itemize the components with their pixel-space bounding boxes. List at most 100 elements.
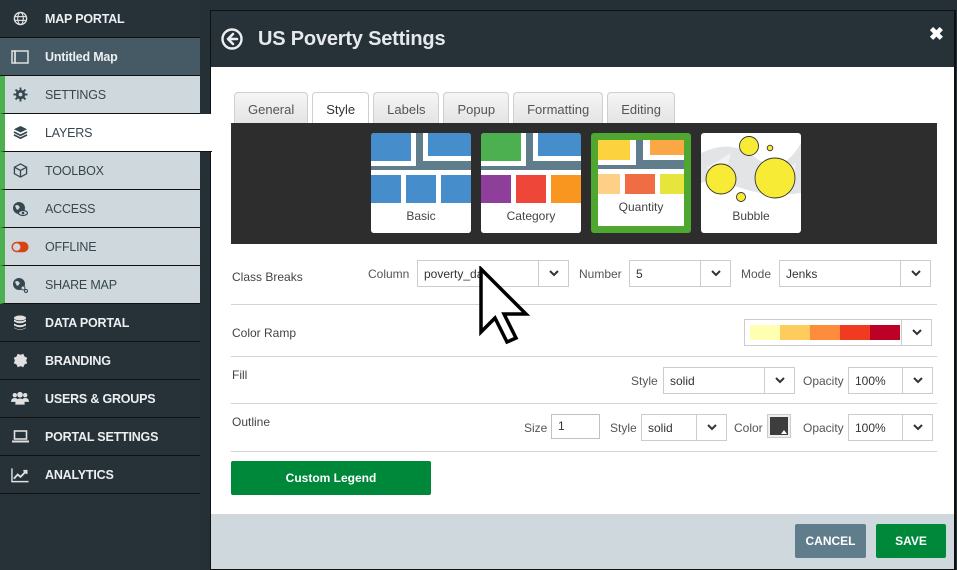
globe-eye-icon xyxy=(11,200,29,218)
badge-icon xyxy=(11,352,29,370)
mode-select-value: Jenks xyxy=(786,267,818,281)
outline-size-label: Size xyxy=(524,421,548,435)
database-icon xyxy=(11,314,29,332)
chevron-down-icon xyxy=(902,415,932,440)
outline-label: Outline xyxy=(232,415,271,429)
sidebar-item-label: OFFLINE xyxy=(45,239,97,254)
color-swatch xyxy=(770,417,788,435)
sidebar: MAP PORTAL Untitled Map SETTINGS LAYERS … xyxy=(0,0,212,570)
close-icon[interactable]: ✖ xyxy=(929,24,944,45)
sidebar-item-layers[interactable]: LAYERS xyxy=(0,114,212,152)
sidebar-item-map-portal[interactable]: MAP PORTAL xyxy=(0,0,200,38)
sidebar-item-portal-settings[interactable]: PORTAL SETTINGS xyxy=(0,418,200,456)
color-ramp-swatch xyxy=(870,325,900,340)
sidebar-item-label: ANALYTICS xyxy=(45,467,114,482)
sidebar-item-branding[interactable]: BRANDING xyxy=(0,342,200,380)
color-ramp-swatch xyxy=(780,325,810,340)
cancel-button[interactable]: CANCEL xyxy=(795,524,866,558)
fill-style-label: Style xyxy=(631,374,658,388)
back-arrow-icon[interactable] xyxy=(221,28,243,50)
outline-opacity-select[interactable]: 100% xyxy=(848,414,933,441)
outline-style-label: Style xyxy=(610,421,637,435)
layers-icon xyxy=(11,124,29,142)
style-card-category[interactable]: Category xyxy=(481,133,581,233)
color-ramp-swatch xyxy=(810,325,840,340)
style-card-basic[interactable]: Basic xyxy=(371,133,471,233)
style-card-label: Quantity xyxy=(618,200,664,214)
outline-row: Outline Size 1 Style solid Color Opacity… xyxy=(231,404,937,452)
chevron-down-icon xyxy=(900,261,930,286)
app-root: MAP PORTAL Untitled Map SETTINGS LAYERS … xyxy=(0,0,957,570)
fill-opacity-select[interactable]: 100% xyxy=(848,367,933,394)
column-label: Column xyxy=(368,267,410,281)
color-ramp-swatch xyxy=(840,325,870,340)
mode-label: Mode xyxy=(741,267,772,281)
chevron-down-icon xyxy=(538,261,568,286)
style-card-quantity[interactable]: Quantity xyxy=(591,133,691,233)
save-button[interactable]: SAVE xyxy=(876,524,946,558)
sidebar-item-label: MAP PORTAL xyxy=(45,11,125,26)
modal-header: US Poverty Settings ✖ xyxy=(211,11,954,67)
users-icon xyxy=(11,390,29,408)
sidebar-item-share-map[interactable]: SHARE MAP xyxy=(0,266,200,304)
tab-bar: General Style Labels Popup Formatting Ed… xyxy=(234,92,675,125)
sidebar-item-settings[interactable]: SETTINGS xyxy=(0,76,200,114)
chart-line-icon xyxy=(11,466,29,484)
chevron-down-icon xyxy=(700,261,730,286)
fill-style-select[interactable]: solid xyxy=(663,367,795,394)
outline-style-select[interactable]: solid xyxy=(641,414,727,441)
class-breaks-label: Class Breaks xyxy=(232,270,303,284)
sidebar-item-label: USERS & GROUPS xyxy=(45,391,156,406)
outline-color-label: Color xyxy=(734,421,763,435)
tab-editing[interactable]: Editing xyxy=(607,92,675,125)
modal-title: US Poverty Settings xyxy=(258,28,446,50)
layer-settings-modal: US Poverty Settings ✖ General Style Labe… xyxy=(210,10,956,570)
color-ramp-select[interactable] xyxy=(744,319,932,346)
mode-select[interactable]: Jenks xyxy=(779,260,931,287)
column-select-value: poverty_da xyxy=(424,267,484,281)
bubble-thumbnail xyxy=(701,136,801,202)
style-type-picker: Basic Category Quantity Bubble xyxy=(231,123,937,244)
sidebar-item-offline[interactable]: OFFLINE xyxy=(0,228,200,266)
sidebar-item-label: BRANDING xyxy=(45,353,111,368)
style-card-label: Category xyxy=(506,209,556,223)
chevron-down-icon xyxy=(696,415,726,440)
tab-popup[interactable]: Popup xyxy=(443,92,510,125)
number-select-value: 5 xyxy=(636,267,643,281)
outline-style-value: solid xyxy=(648,421,673,435)
sidebar-item-users-groups[interactable]: USERS & GROUPS xyxy=(0,380,200,418)
sidebar-item-label: DATA PORTAL xyxy=(45,315,130,330)
sidebar-item-label: SHARE MAP xyxy=(45,277,117,292)
sidebar-item-label: SETTINGS xyxy=(45,87,106,102)
sidebar-item-label: LAYERS xyxy=(45,125,93,140)
style-card-label: Bubble xyxy=(732,209,770,223)
outline-size-input[interactable]: 1 xyxy=(551,414,600,439)
custom-legend-button[interactable]: Custom Legend xyxy=(231,461,431,495)
gear-icon xyxy=(11,86,29,104)
number-label: Number xyxy=(579,267,622,281)
sidebar-item-analytics[interactable]: ANALYTICS xyxy=(0,456,200,494)
number-select[interactable]: 5 xyxy=(629,260,731,287)
modal-footer: CANCEL SAVE xyxy=(211,514,954,569)
toggle-icon xyxy=(11,238,29,256)
sidebar-item-access[interactable]: ACCESS xyxy=(0,190,200,228)
sidebar-item-data-portal[interactable]: DATA PORTAL xyxy=(0,304,200,342)
style-card-label: Basic xyxy=(406,209,436,223)
class-breaks-row: Class Breaks Column poverty_da Number 5 … xyxy=(231,244,937,305)
tab-style[interactable]: Style xyxy=(312,92,370,125)
laptop-icon xyxy=(11,428,29,446)
tab-formatting[interactable]: Formatting xyxy=(513,92,604,125)
tab-general[interactable]: General xyxy=(234,92,309,125)
style-card-bubble[interactable]: Bubble xyxy=(701,133,801,233)
quantity-thumbnail: Quantity xyxy=(598,140,684,226)
chevron-down-icon xyxy=(902,368,932,393)
fill-row: Fill Style solid Opacity 100% xyxy=(231,357,937,404)
globe-share-icon xyxy=(11,276,29,294)
tab-labels[interactable]: Labels xyxy=(373,92,440,125)
sidebar-item-untitled-map[interactable]: Untitled Map xyxy=(0,38,200,76)
outline-color-picker[interactable] xyxy=(767,414,791,438)
column-select[interactable]: poverty_da xyxy=(417,260,569,287)
sidebar-item-label: TOOLBOX xyxy=(45,163,104,178)
sidebar-item-toolbox[interactable]: TOOLBOX xyxy=(0,152,200,190)
globe-icon xyxy=(11,10,29,28)
